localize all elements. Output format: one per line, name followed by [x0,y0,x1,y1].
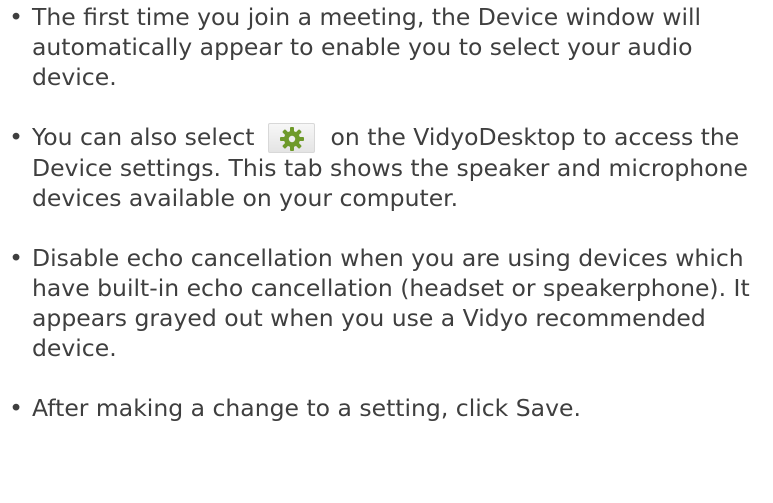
bullet-dot: • [9,3,23,31]
bullet-list: • The first time you join a meeting, the… [6,2,771,423]
bullet-item-echo-cancellation: • Disable echo cancellation when you are… [6,243,771,363]
bullet-text: The first time you join a meeting, the D… [32,3,702,91]
page: • The first time you join a meeting, the… [0,0,773,503]
bullet-text: Disable echo cancellation when you are u… [32,244,750,362]
bullet-text: After making a change to a setting, clic… [32,394,581,422]
bullet-dot: • [9,394,23,422]
bullet-item-device-window: • The first time you join a meeting, the… [6,2,771,92]
bullet-item-settings: • You can also select on the VidyoDeskto… [6,122,771,213]
bullet-dot: • [9,244,23,272]
bullet-dot: • [9,123,23,151]
gear-icon [280,127,304,151]
settings-gear-button[interactable] [268,123,315,153]
bullet-text-before-icon: You can also select [32,123,255,151]
bullet-item-save: • After making a change to a setting, cl… [6,393,771,423]
